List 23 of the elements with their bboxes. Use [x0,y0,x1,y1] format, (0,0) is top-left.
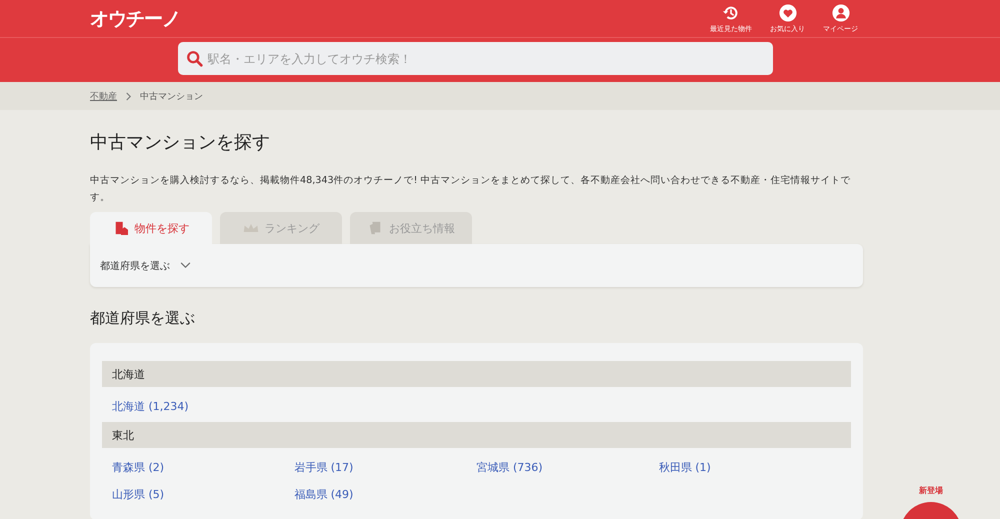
tab[interactable]: 物件を探す [90,212,212,244]
page-title: 中古マンションを探す [90,131,271,154]
prefecture-link[interactable]: 山形県 (5) [112,487,294,502]
prefecture-link[interactable]: 岩手県 (17) [294,460,476,475]
logo[interactable]: オウチーノ [90,6,180,32]
prefecture-link[interactable]: 北海道 (1,234) [112,399,294,414]
region-header: 北海道 [102,361,851,387]
prefecture-link[interactable]: 秋田県 (1) [658,460,841,475]
prefecture-link[interactable]: 青森県 (2) [112,460,294,475]
new-label: 新登場 [919,485,943,496]
chevron-right-icon [125,92,132,100]
prefecture-link[interactable]: 福島県 (49) [294,487,476,502]
user-icon [832,4,850,22]
breadcrumb-current: 中古マンション [140,90,203,102]
prefecture-link[interactable]: 宮城県 (736) [476,460,659,475]
search-field[interactable]: 駅名・エリアを入力してオウチ検索！ [178,42,772,75]
prefecture-dropdown[interactable]: 都道府県を選ぶ [100,258,191,272]
history-icon [722,4,740,22]
chevron-down-icon [180,262,191,269]
breadcrumb-link[interactable]: 不動産 [90,90,117,102]
region-header: 東北 [102,422,851,448]
section-title: 都道府県を選ぶ [90,309,196,328]
page-description: 中古マンションを購入検討するなら、掲載物件48,343件のオウチーノで! 中古マンションをまとめて探して、各不動産会社へ問い合わせできる不動産・住宅情報サイトです。 [90,174,852,205]
